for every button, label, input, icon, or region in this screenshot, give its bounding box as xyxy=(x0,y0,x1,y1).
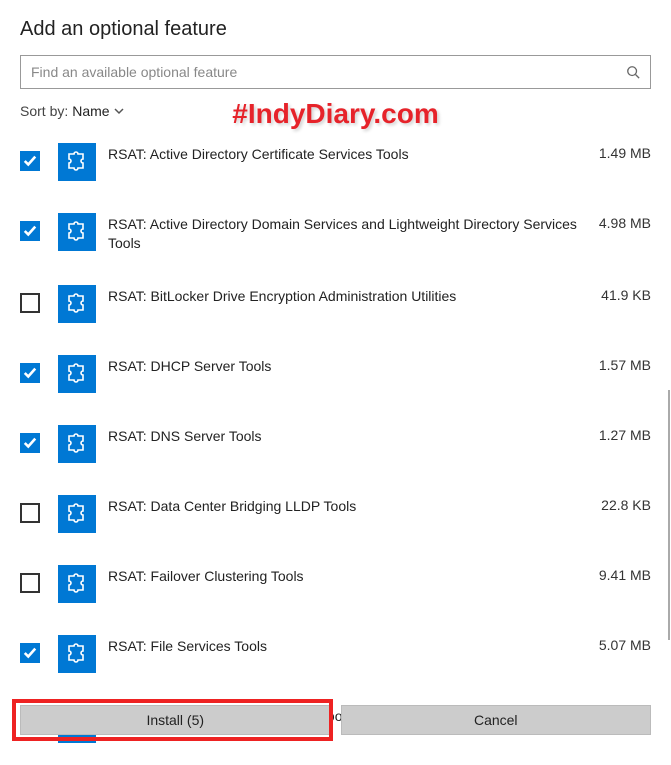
feature-size: 1.27 MB xyxy=(589,425,651,443)
puzzle-icon xyxy=(58,565,96,603)
install-button[interactable]: Install (5) xyxy=(20,705,331,735)
feature-checkbox[interactable] xyxy=(20,573,40,593)
feature-name: RSAT: Data Center Bridging LLDP Tools xyxy=(108,495,591,516)
feature-checkbox[interactable] xyxy=(20,363,40,383)
feature-name: RSAT: Active Directory Domain Services a… xyxy=(108,213,589,253)
puzzle-icon xyxy=(58,143,96,181)
feature-name: RSAT: DHCP Server Tools xyxy=(108,355,589,376)
feature-checkbox[interactable] xyxy=(20,433,40,453)
feature-size: 9.41 MB xyxy=(589,565,651,583)
feature-size: 4.98 MB xyxy=(589,213,651,231)
search-box[interactable] xyxy=(20,55,651,89)
feature-row[interactable]: RSAT: BitLocker Drive Encryption Adminis… xyxy=(20,275,651,345)
feature-size: 41.9 KB xyxy=(591,285,651,303)
feature-checkbox[interactable] xyxy=(20,151,40,171)
feature-size: 5.07 MB xyxy=(589,635,651,653)
puzzle-icon xyxy=(58,285,96,323)
chevron-down-icon xyxy=(114,106,124,116)
feature-row[interactable]: RSAT: Failover Clustering Tools9.41 MB xyxy=(20,555,651,625)
search-input[interactable] xyxy=(31,64,626,80)
footer-buttons: Install (5) Cancel xyxy=(20,705,651,735)
feature-row[interactable]: RSAT: DNS Server Tools1.27 MB xyxy=(20,415,651,485)
feature-name: RSAT: BitLocker Drive Encryption Adminis… xyxy=(108,285,591,306)
sort-label: Sort by: xyxy=(20,103,68,119)
page-title: Add an optional feature xyxy=(20,18,651,41)
puzzle-icon xyxy=(58,425,96,463)
feature-row[interactable]: RSAT: File Services Tools5.07 MB xyxy=(20,625,651,695)
feature-row[interactable]: RSAT: Data Center Bridging LLDP Tools22.… xyxy=(20,485,651,555)
feature-row[interactable]: RSAT: Active Directory Domain Services a… xyxy=(20,203,651,275)
feature-list: RSAT: Active Directory Certificate Servi… xyxy=(20,133,651,765)
feature-row[interactable]: RSAT: Active Directory Certificate Servi… xyxy=(20,133,651,203)
feature-checkbox[interactable] xyxy=(20,643,40,663)
puzzle-icon xyxy=(58,495,96,533)
feature-checkbox[interactable] xyxy=(20,221,40,241)
feature-checkbox[interactable] xyxy=(20,293,40,313)
feature-row[interactable]: RSAT: DHCP Server Tools1.57 MB xyxy=(20,345,651,415)
scrollbar[interactable] xyxy=(668,390,670,640)
feature-checkbox[interactable] xyxy=(20,503,40,523)
feature-name: RSAT: Failover Clustering Tools xyxy=(108,565,589,586)
puzzle-icon xyxy=(58,635,96,673)
feature-size: 1.57 MB xyxy=(589,355,651,373)
feature-name: RSAT: DNS Server Tools xyxy=(108,425,589,446)
feature-name: RSAT: Active Directory Certificate Servi… xyxy=(108,143,589,164)
feature-name: RSAT: File Services Tools xyxy=(108,635,589,656)
puzzle-icon xyxy=(58,355,96,393)
feature-size: 1.49 MB xyxy=(589,143,651,161)
puzzle-icon xyxy=(58,213,96,251)
feature-size: 22.8 KB xyxy=(591,495,651,513)
sort-value: Name xyxy=(72,103,109,119)
sort-dropdown[interactable]: Sort by: Name xyxy=(20,103,651,119)
search-icon xyxy=(626,65,640,79)
cancel-button[interactable]: Cancel xyxy=(341,705,652,735)
